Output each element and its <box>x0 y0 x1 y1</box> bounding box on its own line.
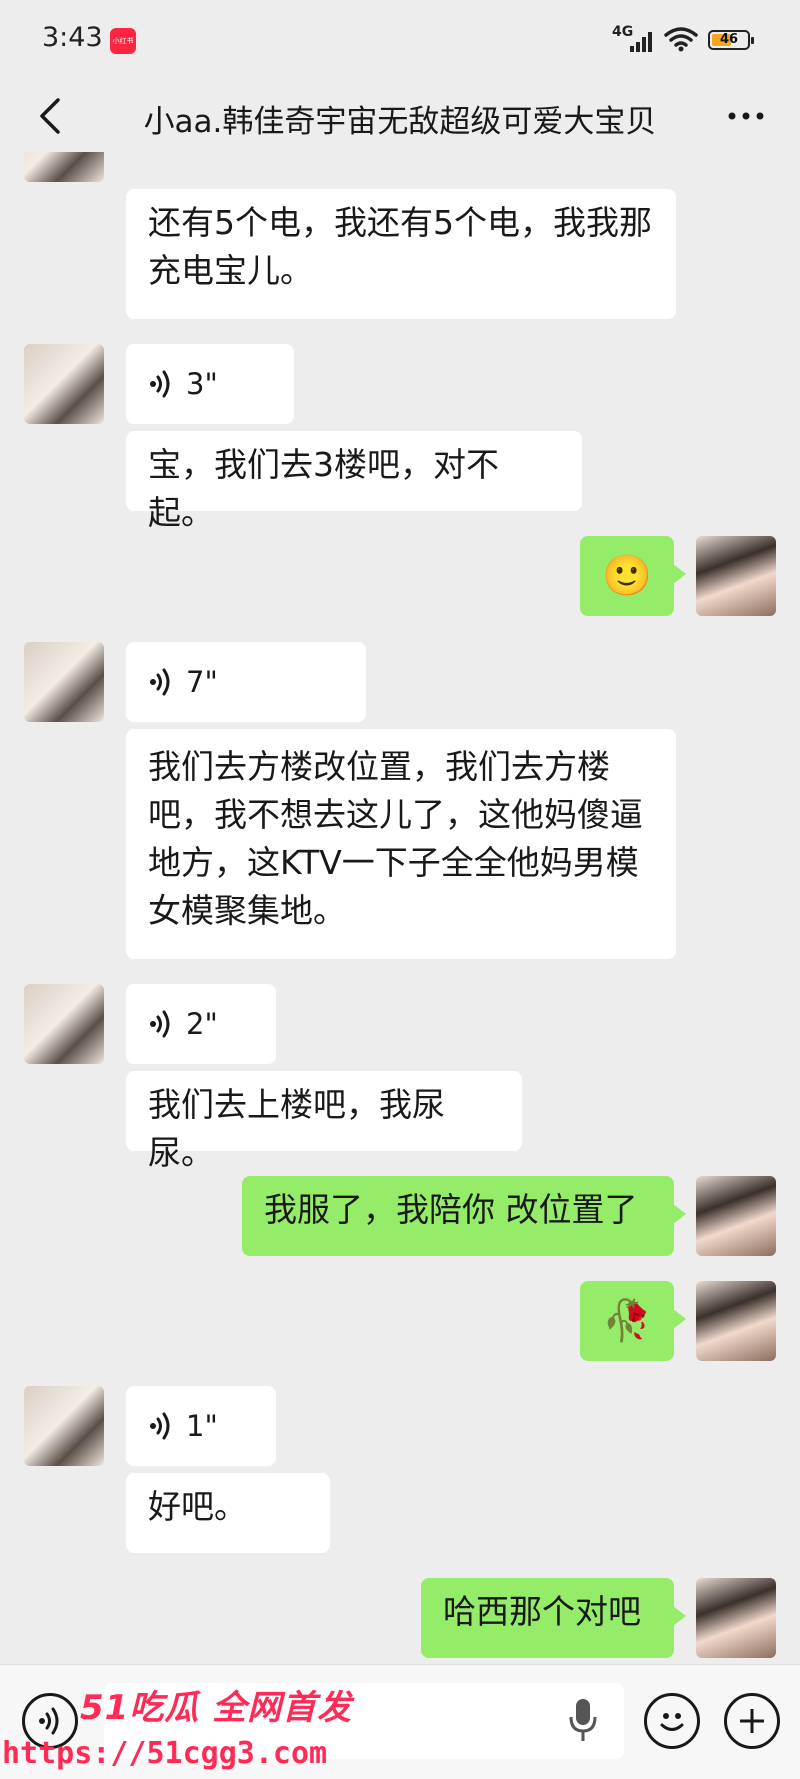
battery-level: 46 <box>719 32 739 47</box>
my-message-bubble[interactable]: 哈西那个对吧 <box>421 1578 686 1658</box>
plus-more-button[interactable] <box>724 1693 780 1749</box>
emoji-button[interactable] <box>644 1693 700 1749</box>
voice-message-bubble[interactable]: 7" <box>126 642 366 722</box>
chat-title: 小aa.韩佳奇宇宙无敌超级可爱大宝贝 <box>143 104 657 140</box>
voice-wave-icon <box>150 370 170 398</box>
watermark-url: https://51cgg3.com <box>2 1736 328 1771</box>
message-bubble[interactable]: 我们去上楼吧，我尿尿。 <box>126 1071 522 1172</box>
message-list[interactable]: 还有5个电，我还有5个电，我我那充电宝儿。 3" 宝，我们去3楼吧，对不起。 🙂… <box>0 152 800 1664</box>
wifi-icon <box>664 27 698 52</box>
voice-wave-icon <box>150 1010 170 1038</box>
watermark-text: 51吃瓜 全网首发 <box>80 1688 353 1728</box>
message-text: 我们去上楼吧，我尿尿。 <box>148 1085 445 1172</box>
more-options-icon[interactable] <box>724 98 768 134</box>
my-avatar[interactable] <box>696 1578 776 1658</box>
voice-duration: 1" <box>186 1409 218 1443</box>
message-bubble[interactable]: 还有5个电，我还有5个电，我我那充电宝儿。 <box>126 189 676 319</box>
my-avatar[interactable] <box>696 1176 776 1256</box>
contact-avatar[interactable] <box>24 344 104 424</box>
voice-message-bubble[interactable]: 2" <box>126 984 276 1064</box>
wilted-rose-icon: 🥀 <box>602 1298 652 1344</box>
message-text: 宝，我们去3楼吧，对不起。 <box>148 445 499 532</box>
status-bar: 3:43 小红书 4G 46 <box>0 0 800 80</box>
voice-duration: 7" <box>186 665 218 699</box>
my-avatar[interactable] <box>696 1281 776 1361</box>
contact-avatar[interactable] <box>24 1386 104 1466</box>
message-text: 好吧。 <box>148 1487 247 1526</box>
xiaohongshu-app-icon: 小红书 <box>110 28 136 54</box>
emoji-message-bubble[interactable]: 🥀 <box>580 1281 686 1361</box>
message-text: 哈西那个对吧 <box>443 1592 641 1631</box>
voice-duration: 2" <box>186 1007 218 1041</box>
voice-message-bubble[interactable]: 1" <box>126 1386 276 1466</box>
message-text: 我服了，我陪你 改位置了 <box>264 1190 638 1229</box>
chat-header: 小aa.韩佳奇宇宙无敌超级可爱大宝贝 <box>0 80 800 152</box>
voice-duration: 3" <box>186 367 218 401</box>
message-text: 还有5个电，我还有5个电，我我那充电宝儿。 <box>148 203 652 290</box>
voice-wave-icon <box>150 1412 170 1440</box>
emoji-message-bubble[interactable]: 🙂 <box>580 536 686 616</box>
voice-message-bubble[interactable]: 3" <box>126 344 294 424</box>
contact-avatar[interactable] <box>24 642 104 722</box>
smile-emoji-icon: 🙂 <box>602 553 652 599</box>
my-message-bubble[interactable]: 我服了，我陪你 改位置了 <box>242 1176 686 1256</box>
plus-icon <box>740 1709 764 1733</box>
microphone-icon[interactable] <box>568 1697 598 1743</box>
contact-avatar[interactable] <box>24 152 104 182</box>
message-bubble[interactable]: 宝，我们去3楼吧，对不起。 <box>126 431 582 532</box>
voice-wave-icon <box>150 668 170 696</box>
battery-icon: 46 <box>708 30 754 50</box>
message-bubble[interactable]: 我们去方楼改位置，我们去方楼吧，我不想去这儿了，这他妈傻逼地方，这KTV一下子全… <box>126 729 676 959</box>
contact-avatar[interactable] <box>24 984 104 1064</box>
back-arrow-icon[interactable] <box>30 94 74 138</box>
status-time: 3:43 <box>42 22 103 53</box>
signal-bars-icon <box>630 30 656 52</box>
my-avatar[interactable] <box>696 536 776 616</box>
message-bubble[interactable]: 好吧。 <box>126 1473 330 1553</box>
message-text: 我们去方楼改位置，我们去方楼吧，我不想去这儿了，这他妈傻逼地方，这KTV一下子全… <box>148 747 643 930</box>
smile-face-icon <box>660 1713 684 1731</box>
